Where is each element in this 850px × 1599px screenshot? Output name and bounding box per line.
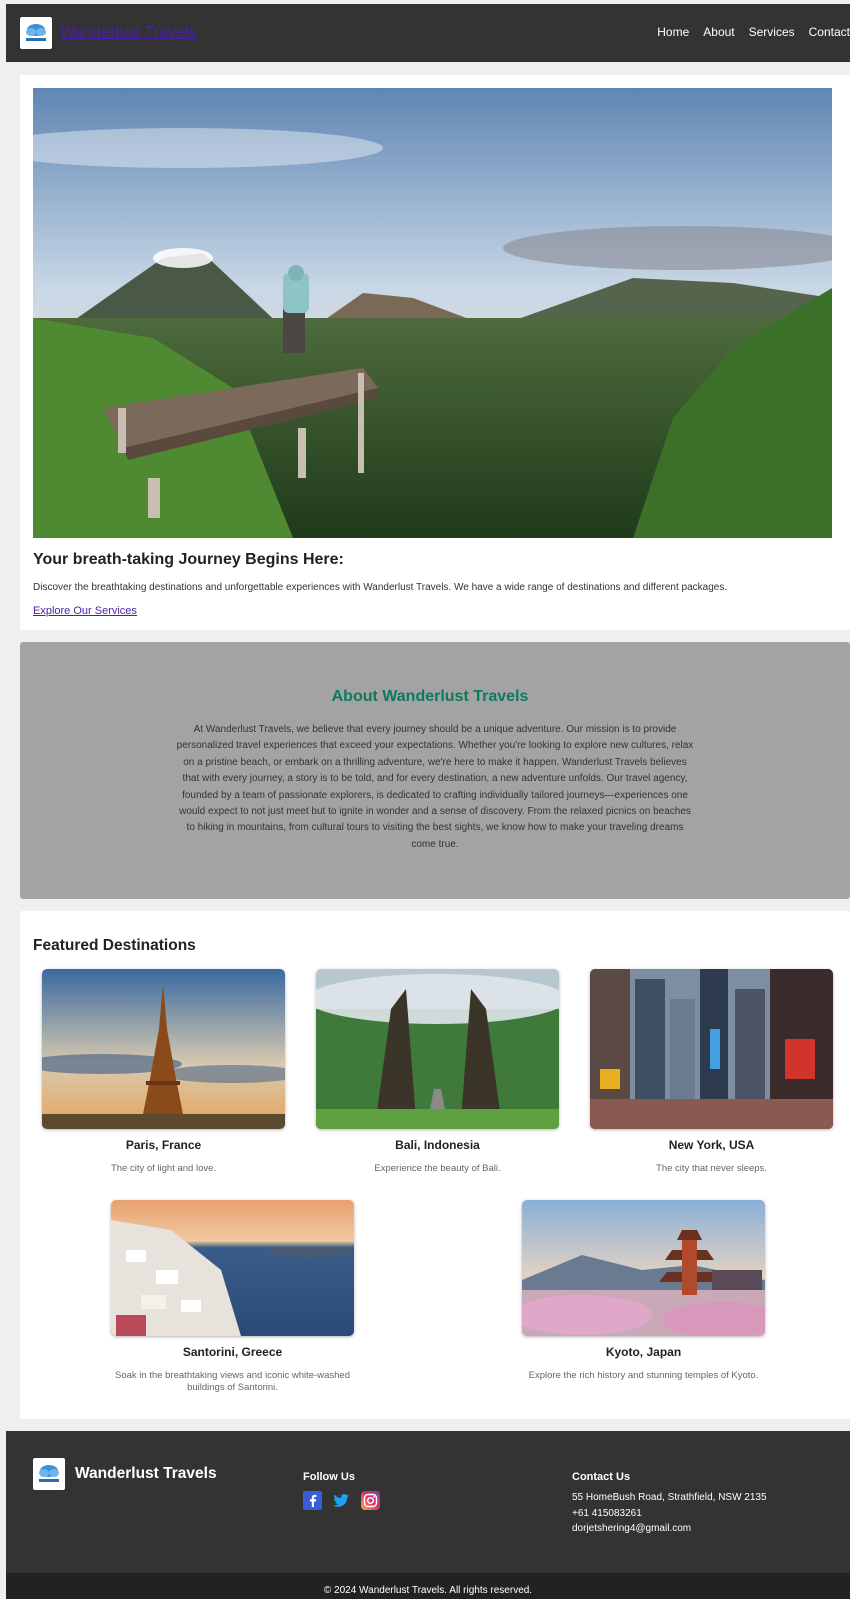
nav-services[interactable]: Services — [749, 25, 795, 39]
nav-home[interactable]: Home — [657, 25, 689, 39]
destination-desc: Soak in the breathtaking views and iconi… — [115, 1370, 350, 1393]
destination-card-newyork[interactable]: New York, USA The city that never sleeps… — [590, 969, 833, 1175]
destination-card-kyoto[interactable]: Kyoto, Japan Explore the rich history an… — [522, 1200, 765, 1382]
featured-destinations-section: Featured Destinations Paris, France The … — [20, 911, 850, 1419]
footer-logo-icon — [33, 1458, 65, 1490]
site-header: Wanderlust Travels Home About Services C… — [6, 4, 850, 62]
hero-title: Your breath-taking Journey Begins Here: — [33, 551, 344, 568]
social-links — [303, 1491, 380, 1510]
contact-email: dorjetshering4@gmail.com — [572, 1523, 692, 1534]
destination-desc: Explore the rich history and stunning te… — [528, 1370, 759, 1381]
destination-card-paris[interactable]: Paris, France The city of light and love… — [42, 969, 285, 1175]
hero-description: Discover the breathtaking destinations a… — [33, 582, 728, 593]
about-section: About Wanderlust Travels At Wanderlust T… — [20, 642, 850, 899]
follow-title: Follow Us — [303, 1471, 355, 1483]
newyork-image — [590, 969, 833, 1129]
explore-services-link[interactable]: Explore Our Services — [33, 605, 137, 617]
copyright: © 2024 Wanderlust Travels. All rights re… — [6, 1573, 850, 1599]
nav-contact[interactable]: Contact — [809, 25, 850, 39]
destination-desc: The city of light and love. — [110, 1163, 217, 1174]
destination-name: New York, USA — [668, 1138, 755, 1152]
kyoto-image — [522, 1200, 765, 1336]
instagram-icon[interactable] — [361, 1491, 380, 1510]
contact-phone: +61 415083261 — [572, 1507, 642, 1519]
contact-address: 55 HomeBush Road, Strathfield, NSW 2135 — [572, 1492, 767, 1503]
about-text: At Wanderlust Travels, we believe that e… — [176, 724, 694, 850]
featured-title: Featured Destinations — [33, 937, 196, 954]
contact-title: Contact Us — [572, 1471, 631, 1483]
destination-name: Bali, Indonesia — [395, 1138, 480, 1152]
destination-card-santorini[interactable]: Santorini, Greece Soak in the breathtaki… — [111, 1200, 354, 1394]
site-footer: Wanderlust Travels Follow Us Contact Us … — [6, 1431, 850, 1573]
paris-image — [42, 969, 285, 1129]
hero-image — [33, 88, 832, 538]
destination-name: Kyoto, Japan — [605, 1345, 682, 1359]
bali-image — [316, 969, 559, 1129]
destination-desc: Experience the beauty of Bali. — [374, 1163, 501, 1174]
destination-name: Paris, France — [125, 1138, 202, 1152]
nav-about[interactable]: About — [703, 25, 734, 39]
brand-link[interactable]: Wanderlust Travels — [60, 24, 196, 42]
about-title: About Wanderlust Travels — [331, 688, 529, 705]
facebook-icon[interactable] — [303, 1491, 322, 1510]
hero-section: Your breath-taking Journey Begins Here: … — [20, 75, 850, 630]
twitter-icon[interactable] — [332, 1491, 351, 1510]
main-nav: Home About Services Contact — [643, 25, 850, 39]
contact-details: 55 HomeBush Road, Strathfield, NSW 2135 … — [572, 1490, 767, 1537]
destination-card-bali[interactable]: Bali, Indonesia Experience the beauty of… — [316, 969, 559, 1175]
destination-desc: The city that never sleeps. — [656, 1163, 767, 1174]
santorini-image — [111, 1200, 354, 1336]
footer-brand: Wanderlust Travels — [75, 1465, 217, 1482]
logo-icon[interactable] — [20, 17, 52, 49]
destination-name: Santorini, Greece — [182, 1345, 283, 1359]
